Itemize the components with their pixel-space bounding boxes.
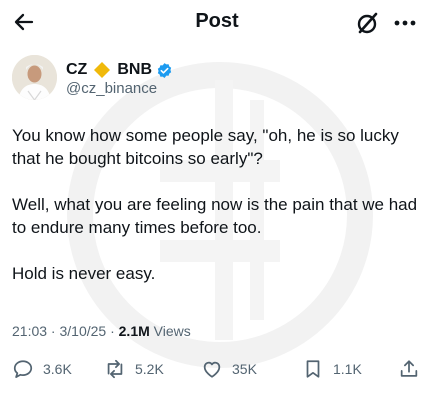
grok-icon (357, 12, 378, 34)
grok-button[interactable] (355, 10, 381, 36)
tweet-text: You know how some people say, "oh, he is… (12, 124, 424, 308)
share-button[interactable] (398, 355, 420, 383)
author-name: CZ (66, 61, 88, 78)
bookmark-button[interactable]: 1.1K (302, 355, 362, 383)
tweet-paragraph: Hold is never easy. (12, 264, 156, 283)
bnb-diamond-icon (94, 62, 111, 78)
avatar[interactable] (12, 55, 57, 100)
repost-count: 5.2K (135, 361, 164, 377)
reply-button[interactable]: 3.6K (12, 355, 72, 383)
tweet-paragraph: You know how some people say, "oh, he is… (12, 126, 399, 168)
profile-photo (12, 55, 57, 100)
author-name-suffix: BNB (117, 61, 152, 78)
reply-icon (13, 360, 33, 378)
like-button[interactable]: 35K (201, 355, 257, 383)
author-name-row[interactable]: CZ BNB (66, 60, 173, 80)
share-icon (400, 360, 418, 377)
action-bar: 3.6K 5.2K 35K 1.1K (0, 355, 434, 383)
repost-button[interactable]: 5.2K (104, 355, 164, 383)
heart-icon (203, 361, 221, 378)
repost-icon (107, 359, 123, 379)
views-label: Views (149, 323, 191, 339)
top-bar: Post (0, 0, 434, 44)
tweet-paragraph: Well, what you are feeling now is the pa… (12, 195, 418, 237)
tweet-timestamp[interactable]: 21:03 · 3/10/25 · (12, 323, 119, 339)
views-count: 2.1M (118, 323, 150, 339)
more-dots-icon (394, 20, 416, 26)
reply-count: 3.6K (43, 361, 72, 377)
author-handle[interactable]: @cz_binance (66, 80, 157, 97)
verified-badge-icon (157, 62, 172, 78)
bookmark-icon (306, 360, 320, 378)
tweet-metadata: 21:03 · 3/10/25 · 2.1M Views (12, 323, 191, 339)
more-options-button[interactable] (392, 10, 418, 36)
like-count: 35K (232, 361, 257, 377)
bookmark-count: 1.1K (333, 361, 362, 377)
